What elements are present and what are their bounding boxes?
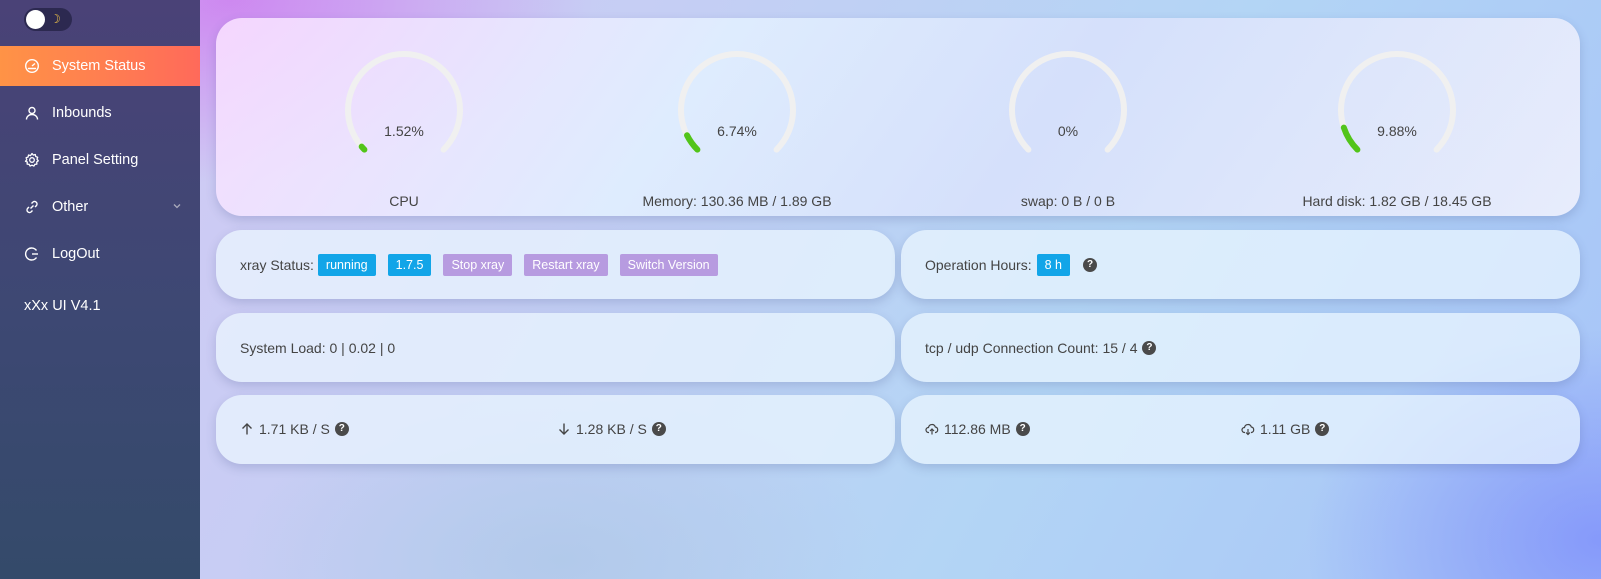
traffic-received: 1.11 GB ? (1241, 421, 1330, 437)
help-icon[interactable]: ? (1015, 422, 1030, 436)
gauge-ring (678, 51, 796, 153)
sidebar-item-label: Inbounds (52, 105, 112, 121)
help-icon[interactable]: ? (1315, 422, 1330, 436)
switch-version-button[interactable]: Switch Version (619, 253, 718, 276)
help-icon[interactable]: ? (1083, 257, 1097, 272)
gauge-label: swap: 0 B / 0 B (1020, 193, 1116, 209)
sidebar-item-label: Panel Setting (52, 152, 139, 168)
gauge-value: 0% (1057, 123, 1079, 139)
memory-gauge: 6.74% Memory: 130.36 MB / 1.89 GB (632, 50, 842, 220)
sidebar-item-panel-setting[interactable]: Panel Setting (0, 140, 200, 180)
dashboard-icon (24, 58, 40, 74)
gauge-ring (1009, 51, 1127, 153)
sidebar-item-other[interactable]: Other (0, 187, 200, 227)
toggle-knob (26, 10, 45, 29)
gear-icon (24, 152, 40, 168)
resource-gauges-card: 1.52% CPU 6.74% Memory: 130.36 MB / 1.89… (216, 18, 1580, 216)
help-icon[interactable]: ? (1142, 340, 1157, 355)
gauge-value: 1.52% (384, 123, 424, 139)
cloud-upload-icon (925, 423, 939, 435)
connection-count-text: tcp / udp Connection Count: 15 / 4 (925, 339, 1138, 356)
help-icon[interactable]: ? (334, 422, 349, 436)
system-load-text: System Load: 0 | 0.02 | 0 (240, 339, 396, 356)
upload-speed: 1.71 KB / S ? (240, 421, 349, 437)
gauge-value: 6.74% (717, 123, 757, 139)
gauge-label: CPU (389, 193, 419, 209)
cpu-gauge: 1.52% CPU (299, 50, 509, 220)
gauge-ring (345, 51, 463, 153)
help-icon[interactable]: ? (651, 422, 666, 436)
sidebar-item-label: System Status (52, 58, 146, 74)
network-speed-card: 1.71 KB / S ? 1.28 KB / S ? (216, 395, 895, 464)
traffic-received-value: 1.11 GB (1260, 421, 1311, 437)
download-speed: 1.28 KB / S ? (557, 421, 666, 437)
xray-status-card: xray Status: running 1.7.5 Stop xray Res… (216, 230, 895, 299)
sidebar: ☽ System Status Inbounds Panel Setting O… (0, 0, 200, 579)
disk-gauge: 9.88% Hard disk: 1.82 GB / 18.45 GB (1292, 50, 1502, 220)
connection-count-card: tcp / udp Connection Count: 15 / 4 ? (901, 313, 1580, 382)
restart-xray-button[interactable]: Restart xray (524, 253, 608, 276)
xray-running-badge: running (317, 253, 376, 276)
system-load-card: System Load: 0 | 0.02 | 0 (216, 313, 895, 382)
logout-icon (24, 246, 40, 262)
sidebar-item-system-status[interactable]: System Status (0, 46, 200, 86)
arrow-down-icon (559, 423, 569, 435)
sidebar-item-label: Other (52, 199, 89, 215)
gauge-fill (358, 143, 368, 153)
gauge-label: Hard disk: 1.82 GB / 18.45 GB (1302, 193, 1492, 209)
cloud-download-icon (1241, 423, 1255, 436)
sidebar-item-logout[interactable]: LogOut (0, 234, 200, 274)
sidebar-item-label: LogOut (52, 246, 100, 262)
chevron-down-icon (173, 204, 181, 209)
xray-version-badge: 1.7.5 (387, 253, 432, 276)
xray-status-label: xray Status: (240, 256, 314, 273)
moon-icon: ☽ (50, 12, 61, 26)
operation-hours-card: Operation Hours: 8 h ? (901, 230, 1580, 299)
theme-toggle[interactable]: ☽ (24, 8, 72, 31)
stop-xray-button[interactable]: Stop xray (443, 253, 513, 276)
operation-hours-badge: 8 h (1036, 253, 1070, 276)
app-version: xXx UI V4.1 (24, 298, 101, 314)
sidebar-item-inbounds[interactable]: Inbounds (0, 93, 200, 133)
swap-gauge: 0% swap: 0 B / 0 B (963, 50, 1173, 220)
upload-speed-value: 1.71 KB / S (259, 421, 330, 437)
user-icon (24, 105, 40, 121)
link-icon (24, 199, 40, 215)
arrow-up-icon (242, 423, 252, 435)
traffic-sent: 112.86 MB ? (925, 421, 1030, 437)
gauge-label: Memory: 130.36 MB / 1.89 GB (642, 193, 832, 209)
gauge-ring (1338, 51, 1456, 153)
total-traffic-card: 112.86 MB ? 1.11 GB ? (901, 395, 1580, 464)
download-speed-value: 1.28 KB / S (576, 421, 647, 437)
traffic-sent-value: 112.86 MB (944, 421, 1011, 437)
operation-hours-label: Operation Hours: (925, 256, 1032, 273)
gauge-value: 9.88% (1377, 123, 1417, 139)
